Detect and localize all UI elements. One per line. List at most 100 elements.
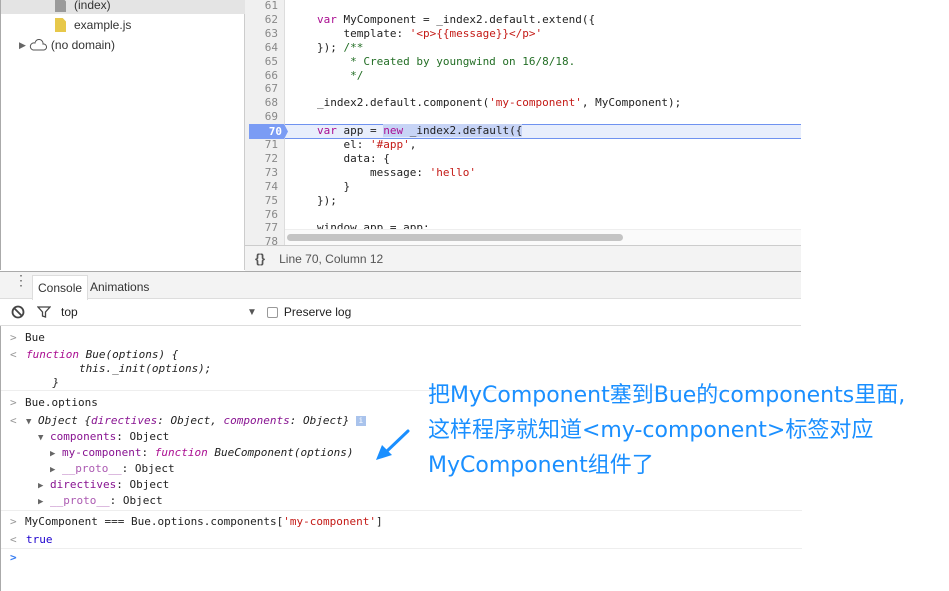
- expand-triangle-icon[interactable]: ▶: [50, 449, 55, 459]
- expand-triangle-icon[interactable]: ▶: [50, 465, 55, 475]
- line-number[interactable]: 75: [245, 194, 284, 208]
- code-line: var app = new _index2.default({: [317, 124, 523, 138]
- code-token: var: [317, 124, 337, 138]
- code-token: 'my-component': [489, 96, 582, 110]
- line-number[interactable]: 64: [245, 41, 284, 55]
- nav-item-example-js[interactable]: example.js: [55, 17, 131, 33]
- line-number[interactable]: 66: [245, 69, 284, 83]
- line-number[interactable]: 69: [245, 110, 284, 124]
- code-token: }: [317, 179, 351, 193]
- js-file-icon: [55, 18, 66, 32]
- line-number[interactable]: 67: [245, 82, 284, 96]
- line-number[interactable]: 61: [245, 0, 284, 13]
- collapse-triangle-icon[interactable]: ▼: [26, 417, 31, 427]
- filter-icon[interactable]: [37, 305, 51, 319]
- code-token: */: [317, 68, 364, 82]
- code-line: */: [317, 69, 363, 83]
- document-icon: [55, 0, 66, 12]
- divider: [1, 510, 802, 511]
- code-token: * Created by youngwind on 16/8/18.: [317, 54, 576, 68]
- annotation-line: 这样程序就知道<my-component>标签对应: [428, 418, 874, 443]
- code-token: data: {: [317, 151, 390, 165]
- selected-row-highlight: [1, 0, 245, 14]
- nav-item-label: (no domain): [50, 38, 115, 52]
- console-result: < function Bue(options) {: [10, 348, 179, 361]
- expand-triangle-icon[interactable]: ▶: [19, 40, 26, 51]
- tree-node-proto[interactable]: ▶ __proto__: Object: [38, 494, 839, 507]
- line-number[interactable]: 74: [245, 180, 284, 194]
- prompt-chevron-icon: >: [10, 551, 17, 564]
- annotation-arrow-icon: [376, 429, 410, 460]
- line-number[interactable]: 68: [245, 96, 284, 110]
- clear-console-icon[interactable]: [11, 305, 25, 319]
- code-line: data: {: [317, 151, 390, 166]
- line-number[interactable]: 76: [245, 208, 284, 222]
- expand-triangle-icon[interactable]: ▶: [38, 481, 43, 491]
- code-editor[interactable]: 61 62 var MyComponent = _index2.default.ex…: [245, 0, 801, 245]
- tab-console[interactable]: Console: [32, 275, 89, 300]
- nav-item-no-domain[interactable]: ▶ (no domain): [19, 37, 115, 53]
- annotation-text: 把MyComponent塞到Bue的components里面, 这样程序就知道<…: [428, 378, 905, 483]
- line-number[interactable]: 63: [245, 27, 284, 41]
- context-dropdown-icon[interactable]: ▼: [247, 307, 257, 318]
- annotation-line: 把MyComponent塞到Bue的components里面,: [428, 383, 906, 408]
- console-result: < true: [10, 533, 53, 546]
- code-token: 'hello': [429, 165, 476, 179]
- code-token: _index2.default.component(: [317, 96, 490, 110]
- line-number[interactable]: 65: [245, 55, 284, 69]
- code-token: });: [317, 193, 337, 207]
- cursor-position: Line 70, Column 12: [279, 251, 384, 266]
- line-number[interactable]: 73: [245, 166, 284, 180]
- line-number[interactable]: 77: [245, 221, 284, 235]
- divider: [1, 548, 802, 549]
- code-line: template: '<p>{{message}}</p>': [317, 27, 542, 41]
- code-token: /**: [343, 40, 364, 54]
- code-token: el:: [317, 138, 370, 151]
- code-line: }: [317, 180, 350, 194]
- pretty-print-icon[interactable]: {}: [255, 251, 265, 266]
- code-line: message: 'hello': [317, 166, 476, 180]
- code-token: _index2.default({: [403, 124, 523, 138]
- code-line: var MyComponent = _index2.default.extend…: [317, 13, 595, 27]
- code-token: new: [383, 124, 404, 138]
- code-line: }); /**: [317, 41, 363, 55]
- code-line: el: '#app',: [317, 138, 416, 152]
- annotation-line: MyComponent组件了: [428, 453, 654, 478]
- code-token: , MyComponent);: [581, 96, 682, 110]
- current-line-number[interactable]: 70: [249, 124, 288, 139]
- line-number[interactable]: 72: [245, 152, 284, 166]
- code-line: _index2.default.component('my-component'…: [317, 96, 681, 110]
- preserve-log-label: Preserve log: [283, 305, 352, 319]
- console-toolbar: top ▼ Preserve log: [0, 299, 801, 326]
- code-token: ,: [409, 138, 417, 151]
- code-token: });: [317, 40, 344, 54]
- code-token: MyComponent = _index2.default.extend({: [343, 12, 596, 26]
- drawer-tabbar: ⋮ Console Animations: [0, 271, 801, 300]
- code-token: message:: [317, 165, 430, 179]
- code-token: '<p>{{message}}</p>': [409, 26, 543, 40]
- line-number[interactable]: 71: [245, 138, 284, 152]
- file-navigator: (index) example.js ▶ (no domain): [0, 0, 245, 270]
- tab-animations[interactable]: Animations: [85, 275, 154, 300]
- line-number[interactable]: 62: [245, 13, 284, 27]
- scrollbar-thumb[interactable]: [287, 234, 623, 241]
- horizontal-scrollbar[interactable]: [285, 229, 801, 245]
- nav-item-label: example.js: [74, 18, 132, 32]
- context-selector[interactable]: top: [61, 305, 247, 319]
- nav-item-index[interactable]: (index): [55, 0, 111, 13]
- console-input: > Bue: [10, 331, 45, 344]
- code-token: var: [317, 12, 337, 26]
- collapse-triangle-icon[interactable]: ▼: [38, 433, 43, 443]
- preserve-log-checkbox[interactable]: [266, 306, 278, 318]
- line-number[interactable]: 78: [245, 235, 284, 245]
- nav-item-label: (index): [74, 0, 111, 12]
- code-line: });: [317, 194, 337, 208]
- more-menu-icon[interactable]: ⋮: [14, 273, 28, 287]
- code-token: '#app': [369, 138, 410, 151]
- code-token: app =: [343, 124, 384, 138]
- console-result-line: this._init(options);: [26, 362, 212, 375]
- info-icon[interactable]: i: [355, 416, 366, 426]
- code-token: template:: [317, 26, 410, 40]
- console-input: > MyComponent === Bue.options.components[…: [10, 515, 383, 528]
- expand-triangle-icon[interactable]: ▶: [38, 497, 43, 507]
